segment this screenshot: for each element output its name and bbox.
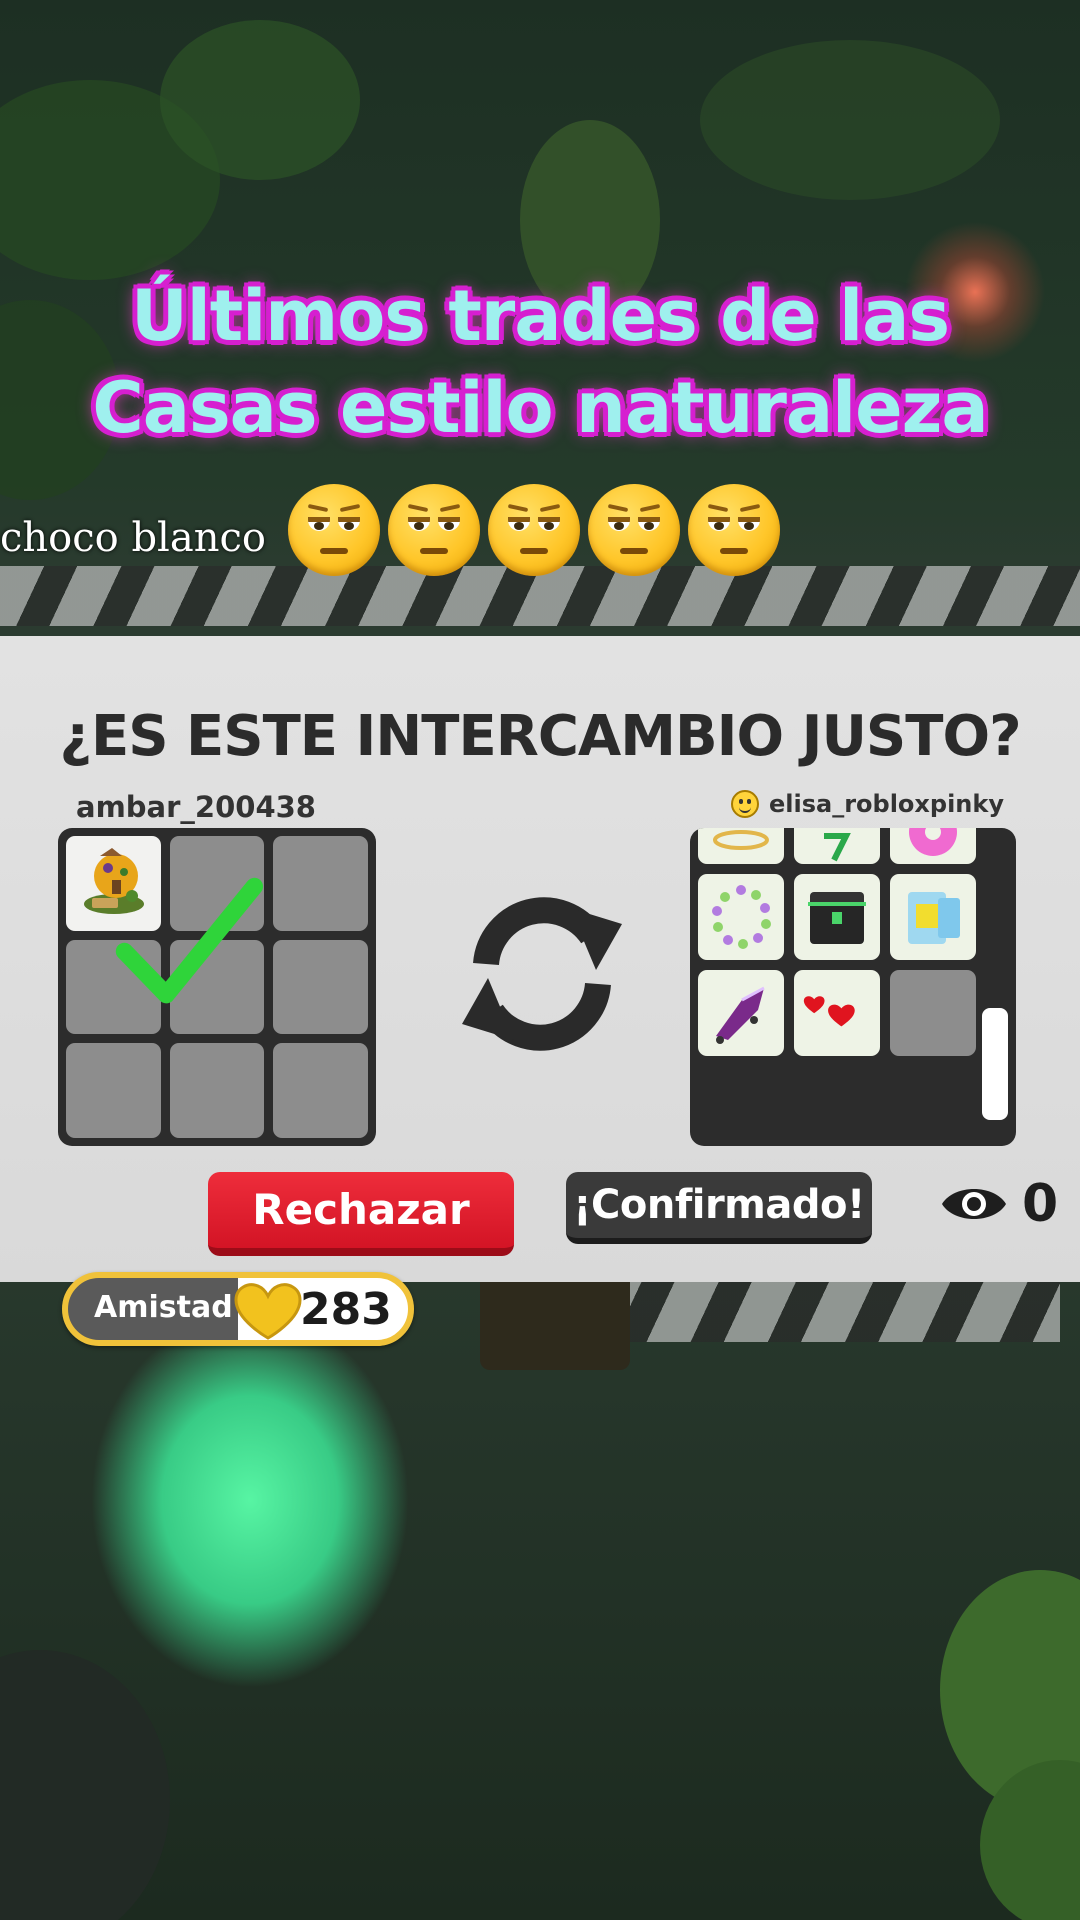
offer-slot[interactable] — [890, 828, 976, 864]
empty-slot[interactable] — [66, 939, 161, 1035]
eye-icon — [942, 1189, 1006, 1219]
offer-slot[interactable] — [794, 874, 880, 960]
pensive-face-icon — [588, 484, 680, 576]
pensive-face-icon — [488, 484, 580, 576]
bead-necklace-icon — [712, 885, 771, 949]
empty-slot[interactable] — [169, 1043, 265, 1138]
offer-slot[interactable] — [890, 874, 976, 960]
smiley-icon — [730, 790, 759, 818]
trade-dialog: ¿ES ESTE INTERCAMBIO JUSTO? ambar_200438… — [0, 636, 1080, 1282]
pensive-face-icon — [688, 484, 780, 576]
player-caption: choco blanco — [0, 515, 266, 561]
gold-tiara-icon — [713, 830, 769, 850]
pink-donut-icon — [909, 828, 957, 856]
empty-slot[interactable] — [169, 939, 265, 1035]
empty-slot[interactable] — [169, 836, 265, 931]
right-offer-grid[interactable] — [690, 828, 1016, 1146]
empty-slot[interactable] — [66, 1043, 161, 1138]
title-line-2: Casas estilo naturaleza — [92, 367, 988, 449]
swap-arrows-icon — [462, 897, 622, 1051]
right-user: elisa_robloxpinky — [730, 790, 1004, 818]
offer-slot[interactable] — [698, 970, 784, 1056]
offer-slot[interactable] — [698, 828, 784, 864]
confirmed-button[interactable]: ¡Confirmado! — [566, 1172, 872, 1244]
empty-slot[interactable] — [273, 939, 368, 1035]
offer-slot[interactable] — [794, 828, 880, 864]
empty-slot[interactable] — [890, 970, 976, 1056]
offer-slot[interactable] — [698, 874, 784, 960]
viewers-count: 0 — [1022, 1174, 1059, 1234]
left-offer-grid — [58, 828, 376, 1146]
friendship-meter: Amistad 283 — [62, 1272, 414, 1346]
left-username: ambar_200438 — [76, 790, 316, 824]
pensive-face-icon — [288, 484, 380, 576]
empty-slot[interactable] — [273, 836, 368, 931]
right-username: elisa_robloxpinky — [768, 790, 1004, 818]
offer-slot[interactable] — [794, 970, 880, 1056]
viewers-indicator: 0 — [938, 1174, 1058, 1234]
right-grid-scrollbar[interactable] — [982, 1008, 1008, 1120]
title-line-1: Últimos trades de las — [130, 275, 950, 357]
emoji-row — [288, 484, 780, 580]
black-chest-icon — [808, 892, 866, 944]
pensive-face-icon — [388, 484, 480, 576]
empty-slot[interactable] — [273, 1043, 368, 1138]
friendship-label: Amistad — [94, 1290, 233, 1325]
gold-heart-icon — [234, 1283, 302, 1340]
video-title: Últimos trades de las Casas estilo natur… — [0, 270, 1080, 454]
offer-slot[interactable] — [66, 836, 161, 931]
sponge-drink-icon — [908, 892, 960, 944]
nature-house-icon — [84, 848, 144, 914]
green-stick-icon — [824, 833, 851, 862]
red-hearts-icon — [803, 996, 855, 1027]
purple-heel-stroller-icon — [716, 986, 765, 1044]
reject-button[interactable]: Rechazar — [208, 1172, 514, 1256]
friendship-value: 283 — [300, 1284, 392, 1335]
trade-question-title: ¿ES ESTE INTERCAMBIO JUSTO? — [59, 704, 1021, 769]
